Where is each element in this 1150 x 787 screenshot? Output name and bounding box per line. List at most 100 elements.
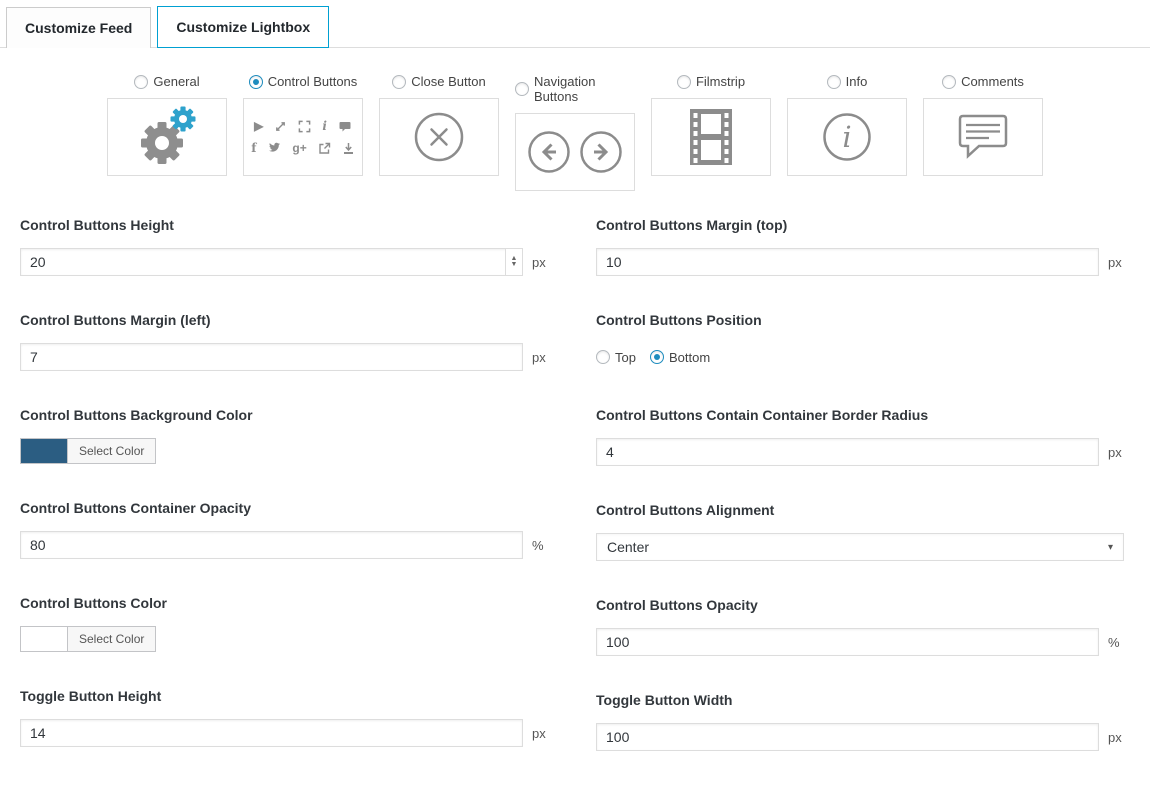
- control-buttons-margin-left-input[interactable]: [20, 343, 523, 371]
- field-label: Control Buttons Color: [20, 595, 548, 611]
- alignment-selected-value: Center: [607, 539, 649, 555]
- close-button-box[interactable]: [379, 98, 499, 176]
- comments-radio-row[interactable]: Comments: [942, 74, 1024, 89]
- general-box[interactable]: [107, 98, 227, 176]
- close-icon: [411, 109, 467, 165]
- tab-customize-feed[interactable]: Customize Feed: [6, 7, 151, 48]
- control-buttons-container-opacity-input[interactable]: [20, 531, 523, 559]
- position-bottom-option[interactable]: Bottom: [650, 350, 710, 365]
- position-top-label: Top: [615, 350, 636, 365]
- arrow-right-icon: [578, 129, 624, 175]
- control-buttons-radio-row[interactable]: Control Buttons: [249, 74, 358, 89]
- background-color-swatch[interactable]: [20, 438, 68, 464]
- field-label: Toggle Button Height: [20, 688, 548, 704]
- unit-suffix: px: [532, 255, 548, 270]
- select-color-button[interactable]: Select Color: [67, 626, 156, 652]
- field-control-buttons-color: Control Buttons Color Select Color: [20, 595, 548, 652]
- position-bottom-label: Bottom: [669, 350, 710, 365]
- field-control-buttons-height: Control Buttons Height ▲ ▼ px: [20, 217, 548, 276]
- container-border-radius-input[interactable]: [596, 438, 1099, 466]
- navigation-buttons-label: Navigation Buttons: [534, 74, 635, 104]
- filmstrip-icon: [686, 107, 736, 167]
- control-buttons-icon: ▶ i f g+: [251, 120, 355, 155]
- tab-bar: Customize Feed Customize Lightbox: [0, 0, 1150, 48]
- navigation-buttons-radio[interactable]: [515, 82, 529, 96]
- play-icon: ▶: [254, 120, 263, 132]
- filmstrip-box[interactable]: [651, 98, 771, 176]
- field-label: Control Buttons Alignment: [596, 502, 1124, 518]
- info-box[interactable]: i: [787, 98, 907, 176]
- field-container-border-radius: Control Buttons Contain Container Border…: [596, 407, 1124, 466]
- position-top-option[interactable]: Top: [596, 350, 636, 365]
- info-radio-row[interactable]: Info: [827, 74, 868, 89]
- section-close-button: Close Button: [379, 74, 499, 191]
- field-label: Control Buttons Height: [20, 217, 548, 233]
- tab-customize-lightbox[interactable]: Customize Lightbox: [157, 6, 329, 48]
- spinner-down-icon[interactable]: ▼: [511, 262, 518, 268]
- alignment-select[interactable]: Center ▾: [596, 533, 1124, 561]
- control-buttons-height-input[interactable]: [20, 248, 523, 276]
- section-control-buttons: Control Buttons ▶ i f: [243, 74, 363, 191]
- info-icon: i: [820, 110, 874, 164]
- comments-box[interactable]: [923, 98, 1043, 176]
- field-control-buttons-position: Control Buttons Position Top Bottom: [596, 312, 1124, 371]
- form-column-right: Control Buttons Margin (top) px Control …: [596, 217, 1124, 787]
- navigation-arrows-icon: [526, 129, 624, 175]
- close-button-radio[interactable]: [392, 75, 406, 89]
- external-link-icon: [318, 142, 331, 155]
- lightbox-section-selector: General: [0, 74, 1150, 191]
- toggle-button-width-input[interactable]: [596, 723, 1099, 751]
- section-filmstrip: Filmstrip: [651, 74, 771, 191]
- info-radio[interactable]: [827, 75, 841, 89]
- control-buttons-margin-top-input[interactable]: [596, 248, 1099, 276]
- field-control-buttons-opacity: Control Buttons Opacity %: [596, 597, 1124, 656]
- twitter-icon: [267, 142, 281, 154]
- position-top-radio[interactable]: [596, 350, 610, 364]
- number-spinner[interactable]: ▲ ▼: [505, 249, 522, 275]
- unit-suffix: %: [532, 538, 548, 553]
- field-label: Control Buttons Margin (left): [20, 312, 548, 328]
- expand-icon: [274, 120, 287, 133]
- lightbox-settings-form: Control Buttons Height ▲ ▼ px Control Bu…: [0, 191, 1150, 787]
- unit-suffix: px: [1108, 445, 1124, 460]
- field-label: Control Buttons Margin (top): [596, 217, 1124, 233]
- unit-suffix: px: [532, 726, 548, 741]
- info-small-icon: i: [322, 120, 327, 132]
- fullscreen-icon: [298, 120, 311, 133]
- general-radio[interactable]: [134, 75, 148, 89]
- field-control-buttons-alignment: Control Buttons Alignment Center ▾: [596, 502, 1124, 561]
- position-bottom-radio[interactable]: [650, 350, 664, 364]
- unit-suffix: px: [1108, 255, 1124, 270]
- toggle-button-height-input[interactable]: [20, 719, 523, 747]
- unit-suffix: %: [1108, 635, 1124, 650]
- field-label: Control Buttons Position: [596, 312, 1124, 328]
- control-buttons-radio[interactable]: [249, 75, 263, 89]
- field-label: Toggle Button Width: [596, 692, 1124, 708]
- comments-radio[interactable]: [942, 75, 956, 89]
- close-button-radio-row[interactable]: Close Button: [392, 74, 485, 89]
- arrow-left-icon: [526, 129, 572, 175]
- navigation-buttons-radio-row[interactable]: Navigation Buttons: [515, 74, 635, 104]
- unit-suffix: px: [532, 350, 548, 365]
- control-buttons-opacity-input[interactable]: [596, 628, 1099, 656]
- field-toggle-button-height: Toggle Button Height px: [20, 688, 548, 747]
- svg-text:i: i: [842, 120, 851, 154]
- section-info: Info i: [787, 74, 907, 191]
- field-control-buttons-background-color: Control Buttons Background Color Select …: [20, 407, 548, 464]
- control-buttons-label: Control Buttons: [268, 74, 358, 89]
- buttons-color-swatch[interactable]: [20, 626, 68, 652]
- filmstrip-radio-row[interactable]: Filmstrip: [677, 74, 745, 89]
- chevron-down-icon: ▾: [1108, 542, 1113, 553]
- section-general-radio-row[interactable]: General: [134, 74, 199, 89]
- facebook-icon: f: [251, 142, 256, 154]
- control-buttons-box[interactable]: ▶ i f g+: [243, 98, 363, 176]
- field-label: Control Buttons Container Opacity: [20, 500, 548, 516]
- navigation-buttons-box[interactable]: [515, 113, 635, 191]
- select-color-button[interactable]: Select Color: [67, 438, 156, 464]
- field-label: Control Buttons Background Color: [20, 407, 548, 423]
- comments-label: Comments: [961, 74, 1024, 89]
- section-comments: Comments: [923, 74, 1043, 191]
- google-plus-icon: g+: [292, 142, 306, 154]
- filmstrip-radio[interactable]: [677, 75, 691, 89]
- field-control-buttons-margin-left: Control Buttons Margin (left) px: [20, 312, 548, 371]
